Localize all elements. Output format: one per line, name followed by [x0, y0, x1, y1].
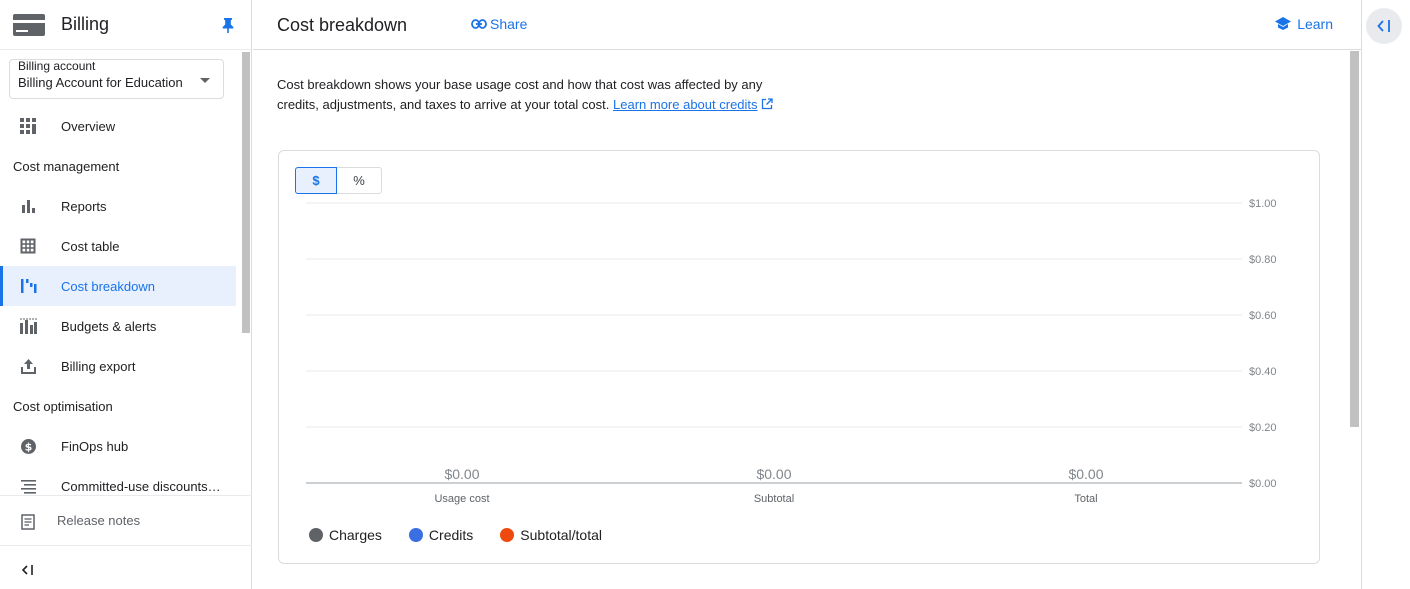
sidebar-item-budgets-alerts[interactable]: Budgets & alerts [0, 306, 236, 346]
caret-down-icon [200, 78, 210, 83]
billing-account-value: Billing Account for Education [18, 75, 183, 90]
sidebar-item-label: Committed-use discounts… [61, 478, 221, 494]
right-rail [1361, 0, 1410, 589]
learn-more-credits-link[interactable]: Learn more about credits [613, 97, 758, 112]
cost-breakdown-chart-card: $ % $0.00 $0.20 $0.40 $0.60 $0.80 $1.00 $0.00 U… [278, 150, 1320, 564]
y-tick-label: $1.00 [1249, 198, 1277, 210]
page-description: Cost breakdown shows your base usage cos… [277, 75, 787, 115]
main-scrollbar[interactable] [1350, 51, 1359, 427]
x-category-label: Usage cost [434, 493, 489, 505]
legend-item-credits[interactable]: Credits [408, 527, 474, 543]
external-link-icon [762, 98, 773, 110]
page-header: Cost breakdown Share Learn [253, 0, 1361, 50]
sidebar-item-label: FinOps hub [61, 438, 129, 454]
sidebar-item-overview[interactable]: Overview [0, 106, 236, 146]
legend-label: Subtotal/total [520, 527, 603, 543]
learn-label: Learn [1297, 16, 1333, 32]
svg-text:$: $ [25, 441, 33, 454]
link-icon [471, 19, 487, 29]
y-tick-label: $0.20 [1249, 422, 1277, 434]
collapse-left-icon [1377, 20, 1390, 32]
y-tick-label: $0.60 [1249, 310, 1277, 322]
collapse-sidebar-button[interactable] [0, 545, 252, 589]
legend-label: Charges [329, 527, 382, 543]
sidebar-title: Billing [61, 14, 110, 34]
chart-legend: Charges Credits Subtotal/total [309, 527, 629, 543]
legend-item-subtotal-total[interactable]: Subtotal/total [500, 527, 602, 543]
bar-chart-icon [22, 200, 35, 213]
sidebar-item-cost-breakdown[interactable]: Cost breakdown [0, 266, 236, 306]
learn-more-link-text: Learn more about credits [613, 97, 758, 112]
sidebar-item-finops-hub[interactable]: $ FinOps hub [0, 426, 236, 466]
bar-data-label: $0.00 [1068, 466, 1103, 482]
billing-account-label: Billing account [18, 59, 96, 73]
legend-label: Credits [428, 527, 474, 543]
release-notes-label: Release notes [57, 513, 141, 528]
sidebar-item-billing-export[interactable]: Billing export [0, 346, 236, 386]
y-tick-label: $0.00 [1249, 478, 1277, 490]
sidebar-item-label: Budgets & alerts [61, 318, 157, 334]
x-category-label: Total [1074, 493, 1097, 505]
bar-data-label: $0.00 [756, 466, 791, 482]
sidebar-item-label: Overview [61, 118, 116, 134]
cost-breakdown-chart: $0.00 $0.20 $0.40 $0.60 $0.80 $1.00 $0.00 Usage… [306, 198, 1277, 505]
table-icon [20, 238, 36, 254]
expand-panel-button[interactable] [1366, 8, 1402, 44]
school-icon [1275, 17, 1292, 30]
pin-icon[interactable] [221, 17, 235, 33]
bar-data-label: $0.00 [444, 466, 479, 482]
sidebar-nav: Overview Cost management Reports Cost ta… [0, 106, 236, 506]
legend-dot-charges [309, 528, 323, 542]
share-label: Share [490, 16, 528, 32]
billing-card-icon [13, 13, 45, 36]
section-cost-optimisation: Cost optimisation [13, 398, 113, 414]
collapse-left-icon [22, 565, 33, 575]
sidebar-item-reports[interactable]: Reports [0, 186, 236, 226]
export-icon [21, 359, 36, 374]
sidebar-item-cost-table[interactable]: Cost table [0, 226, 236, 266]
section-cost-management: Cost management [13, 158, 120, 174]
main-content: Cost breakdown Share Learn Cost breakdow… [253, 0, 1361, 589]
sidebar-item-label: Billing export [61, 358, 136, 374]
y-tick-label: $0.40 [1249, 366, 1277, 378]
share-button[interactable]: Share [471, 16, 527, 32]
dollar-circle-icon: $ [21, 439, 36, 454]
waterfall-icon [21, 279, 37, 293]
sidebar-item-label: Cost table [61, 238, 120, 254]
y-tick-label: $0.80 [1249, 254, 1277, 266]
release-notes-link[interactable]: Release notes [0, 495, 252, 545]
sidebar-item-label: Cost breakdown [61, 278, 155, 294]
release-notes-icon [21, 514, 35, 530]
page-title: Cost breakdown [277, 15, 408, 35]
legend-dot-credits [408, 528, 423, 542]
legend-item-charges[interactable]: Charges [309, 527, 382, 543]
budget-icon [20, 318, 37, 334]
legend-dot-subtotal [500, 528, 515, 542]
billing-app: Billing Billing account Billing Account … [0, 0, 1410, 589]
learn-button[interactable]: Learn [1275, 16, 1333, 32]
list-icon [21, 480, 36, 494]
billing-account-select[interactable]: Billing account Billing Account for Educ… [9, 59, 224, 99]
sidebar-scrollbar[interactable] [242, 52, 250, 333]
sidebar: Billing Billing account Billing Account … [0, 0, 252, 589]
dashboard-icon [20, 118, 36, 134]
x-category-label: Subtotal [754, 493, 794, 505]
sidebar-item-label: Reports [61, 198, 107, 214]
sidebar-header: Billing [0, 0, 251, 50]
